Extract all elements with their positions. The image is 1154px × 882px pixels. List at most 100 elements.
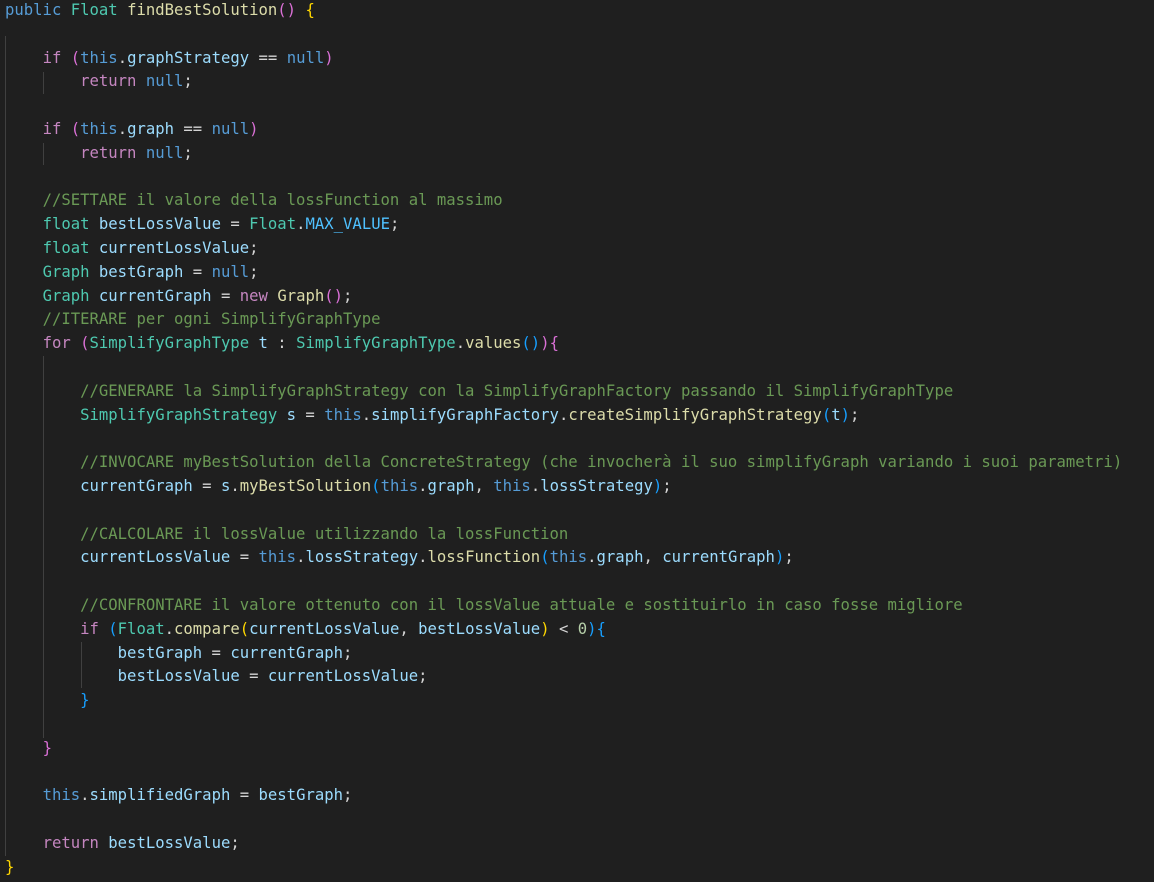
- code-token-control: if: [42, 120, 62, 138]
- code-token-variable: graph: [127, 120, 175, 138]
- code-line[interactable]: this.simplifiedGraph = bestGraph;: [5, 784, 353, 808]
- code-line[interactable]: public Float findBestSolution() {: [5, 0, 315, 23]
- code-editor[interactable]: public Float findBestSolution() { if (th…: [0, 0, 1154, 882]
- code-token-plain: =: [202, 643, 231, 662]
- code-line[interactable]: //GENERARE la SimplifyGraphStrategy con …: [5, 380, 953, 404]
- code-line[interactable]: bestGraph = currentGraph;: [5, 642, 353, 666]
- code-token-keyword: null: [211, 262, 250, 281]
- code-token-function: myBestSolution: [239, 477, 372, 495]
- code-token-variable: bestLossValue: [98, 215, 221, 234]
- code-token-plain: ;: [662, 477, 672, 495]
- code-token-variable: lossStrategy: [305, 548, 419, 567]
- code-line[interactable]: return null;: [5, 142, 193, 166]
- code-token-bracket-purple: (: [80, 334, 90, 353]
- code-line[interactable]: float currentLossValue;: [5, 237, 259, 261]
- code-token-variable: currentLossValue: [249, 619, 400, 638]
- code-token-type: Float: [249, 215, 297, 234]
- code-token-bracket-purple: (: [70, 120, 81, 138]
- code-line[interactable]: }: [5, 737, 52, 761]
- code-token-type: Float: [70, 1, 118, 19]
- code-token-plain: .: [361, 405, 372, 424]
- code-token-variable: lossStrategy: [540, 477, 653, 495]
- code-token-variable: graph: [427, 477, 475, 495]
- code-token-bracket-gold: {: [305, 1, 315, 19]
- code-token-plain: ;: [343, 286, 353, 305]
- code-token-type: Graph: [42, 286, 90, 305]
- code-token-comment: //INVOCARE myBestSolution della Concrete…: [80, 453, 1123, 472]
- code-line[interactable]: currentLossValue = this.lossStrategy.los…: [5, 546, 794, 570]
- code-token-variable: currentGraph: [662, 548, 775, 567]
- code-token-keyword: this: [42, 786, 81, 805]
- code-line[interactable]: float bestLossValue = Float.MAX_VALUE;: [5, 213, 400, 237]
- code-line[interactable]: //ITERARE per ogni SimplifyGraphType: [5, 308, 381, 332]
- code-line[interactable]: Graph bestGraph = null;: [5, 261, 259, 285]
- code-token-plain: .: [558, 405, 569, 424]
- code-line[interactable]: }: [5, 856, 14, 880]
- code-token-bracket-blue: (: [108, 619, 118, 638]
- code-token-variable: bestLossValue: [108, 834, 231, 852]
- code-token-control: for: [42, 334, 71, 353]
- code-token-comment: //ITERARE per ogni SimplifyGraphType: [42, 310, 381, 329]
- code-line[interactable]: //CALCOLARE il lossValue utilizzando la …: [5, 523, 568, 547]
- code-token-plain: =: [230, 548, 259, 567]
- code-token-variable: bestGraph: [98, 262, 184, 281]
- code-token-plain: =: [239, 667, 268, 686]
- code-line[interactable]: return bestLossValue;: [5, 832, 240, 856]
- code-line[interactable]: Graph currentGraph = new Graph();: [5, 285, 353, 309]
- code-token-variable: bestLossValue: [418, 619, 541, 638]
- code-token-comment: //CONFRONTARE il valore ottenuto con il …: [80, 596, 963, 614]
- code-line[interactable]: for (SimplifyGraphType t : SimplifyGraph…: [5, 332, 559, 356]
- code-token-control: return: [80, 143, 137, 162]
- code-token-function: createSimplifyGraphStrategy: [568, 405, 822, 424]
- code-line[interactable]: if (this.graph == null): [5, 118, 259, 142]
- code-token-plain: .: [80, 786, 90, 805]
- code-token-variable: currentGraph: [230, 643, 344, 662]
- code-token-variable: currentGraph: [98, 286, 212, 305]
- code-line[interactable]: currentGraph = s.myBestSolution(this.gra…: [5, 475, 672, 499]
- code-token-bracket-purple: (): [324, 286, 344, 305]
- code-token-bracket-purple: (): [277, 1, 297, 19]
- code-token-control: if: [42, 48, 62, 67]
- code-token-bracket-gold: ): [540, 619, 550, 638]
- code-token-plain: ,: [399, 619, 419, 638]
- code-line[interactable]: bestLossValue = currentLossValue;: [5, 665, 428, 689]
- code-token-plain: =: [296, 405, 325, 424]
- code-token-bracket-purple: }: [42, 738, 52, 757]
- code-token-control: new: [239, 286, 268, 305]
- code-line[interactable]: SimplifyGraphStrategy s = this.simplifyG…: [5, 404, 859, 428]
- code-line[interactable]: }: [5, 689, 89, 713]
- code-token-variable: s: [220, 477, 231, 495]
- code-line[interactable]: return null;: [5, 70, 193, 94]
- code-token-keyword: this: [258, 548, 297, 567]
- code-line[interactable]: //INVOCARE myBestSolution della Concrete…: [5, 451, 1122, 475]
- code-token-plain: ;: [343, 643, 353, 662]
- code-line[interactable]: //CONFRONTARE il valore ottenuto con il …: [5, 594, 963, 618]
- code-line[interactable]: if (Float.compare(currentLossValue, best…: [5, 618, 606, 642]
- code-line[interactable]: if (this.graphStrategy == null): [5, 47, 334, 71]
- code-token-plain: =: [230, 786, 259, 805]
- code-line[interactable]: //SETTARE il valore della lossFunction a…: [5, 189, 503, 213]
- code-token-bracket-purple: ): [540, 334, 550, 353]
- code-token-type: SimplifyGraphType: [296, 334, 456, 353]
- code-token-bracket-purple: (: [70, 48, 81, 67]
